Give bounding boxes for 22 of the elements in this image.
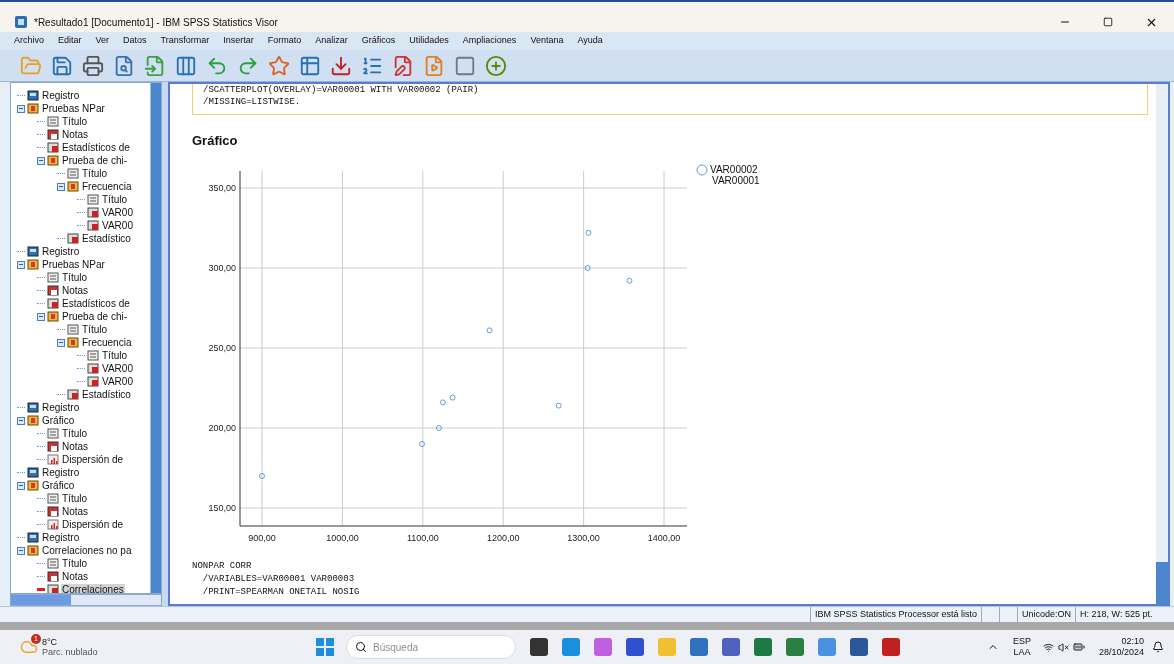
axis-tick-label: 1200,00 bbox=[486, 532, 520, 543]
weather-text: Parc. nublado bbox=[42, 647, 98, 657]
axis-tick-label: 300,00 bbox=[208, 262, 236, 273]
axis-tick-label: 1300,00 bbox=[567, 532, 600, 543]
syntax-line: /MISSING=LISTWISE. bbox=[203, 96, 302, 108]
section-heading: Gráfico bbox=[192, 132, 239, 150]
syntax-line: NONPAR CORR bbox=[192, 559, 253, 573]
syntax-line: /PRINT=SPEARMAN ONETAIL NOSIG bbox=[201, 585, 361, 599]
axis-tick-label: 250,00 bbox=[208, 342, 236, 353]
axis-tick-label: 150,00 bbox=[208, 502, 236, 513]
axis-tick-label: 1100,00 bbox=[406, 532, 439, 543]
axis-tick-label: 900,00 bbox=[248, 532, 276, 543]
axis-tick-label: 1000,00 bbox=[326, 532, 359, 543]
temperature-text: 8°C bbox=[42, 637, 59, 647]
axis-tick-label: 1400,00 bbox=[647, 532, 681, 543]
syntax-line: /SCATTERPLOT(OVERLAY)=VAR00001 WITH VAR00002 (PAIR) bbox=[203, 84, 480, 96]
legend-label: VAR00001 bbox=[711, 175, 760, 186]
axis-tick-label: 200,00 bbox=[208, 422, 236, 433]
legend-label: VAR00002 bbox=[710, 164, 758, 175]
window-title: *Resultado1 [Documento1] - IBM SPSS Statistics Visor bbox=[34, 15, 279, 30]
axis-tick-label: 350,00 bbox=[208, 182, 236, 193]
syntax-line: /VARIABLES=VAR00001 VAR00003 bbox=[201, 572, 356, 586]
